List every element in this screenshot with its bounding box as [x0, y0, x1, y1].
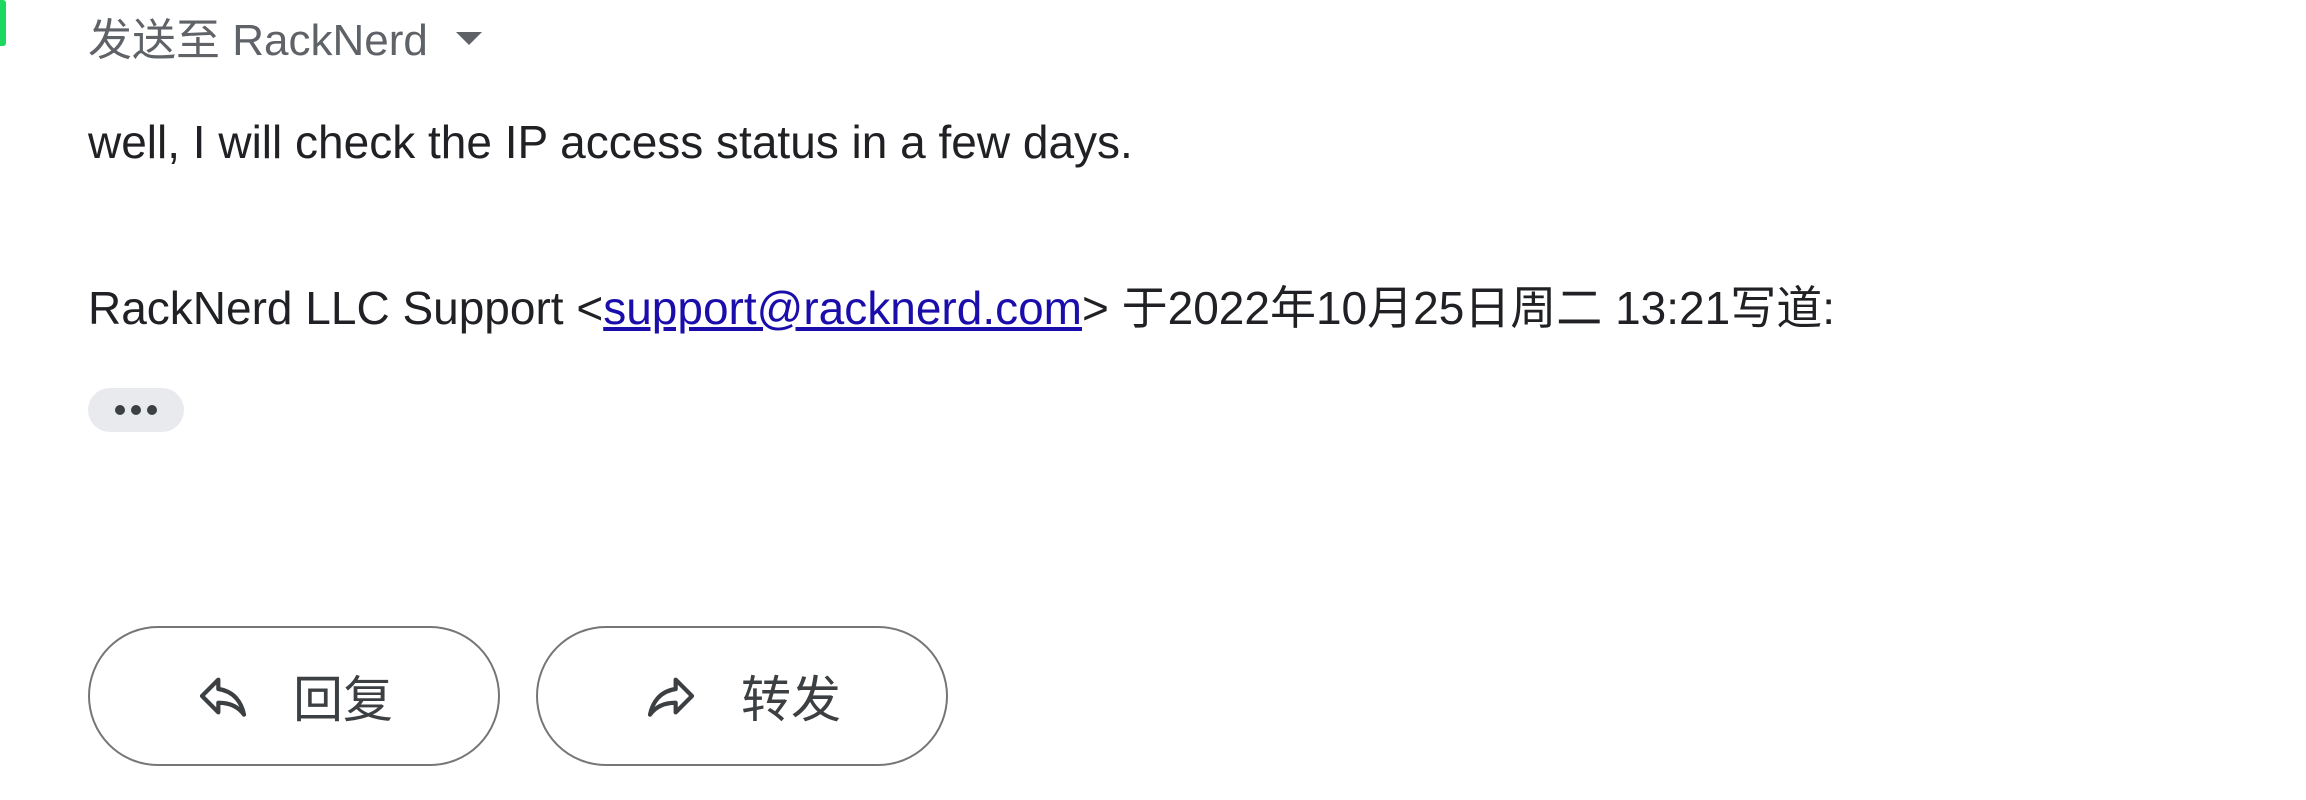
- forward-arrow-icon: [647, 677, 695, 717]
- caret-down-icon[interactable]: [455, 31, 482, 45]
- quote-prefix: RackNerd LLC Support <: [88, 282, 604, 334]
- reply-arrow-icon: [199, 677, 247, 717]
- reply-label: 回复: [293, 672, 393, 728]
- sender-email-link[interactable]: support@racknerd.com: [603, 282, 1082, 334]
- recipient-label: 发送至 RackNerd: [88, 16, 428, 65]
- ellipsis-icon: [115, 405, 125, 415]
- forward-label: 转发: [741, 672, 841, 728]
- message-body: well, I will check the IP access status …: [88, 116, 1133, 168]
- accent-bar: [0, 0, 6, 46]
- ellipsis-icon: [131, 405, 141, 415]
- recipient-row[interactable]: 发送至 RackNerd: [88, 8, 482, 65]
- quote-attribution: RackNerd LLC Support <support@racknerd.c…: [88, 272, 1835, 338]
- forward-button[interactable]: 转发: [536, 626, 948, 766]
- reply-button[interactable]: 回复: [88, 626, 500, 766]
- ellipsis-icon: [147, 405, 157, 415]
- show-trimmed-content-button[interactable]: [88, 388, 184, 432]
- quote-suffix: > 于2022年10月25日周二 13:21写道:: [1082, 282, 1835, 334]
